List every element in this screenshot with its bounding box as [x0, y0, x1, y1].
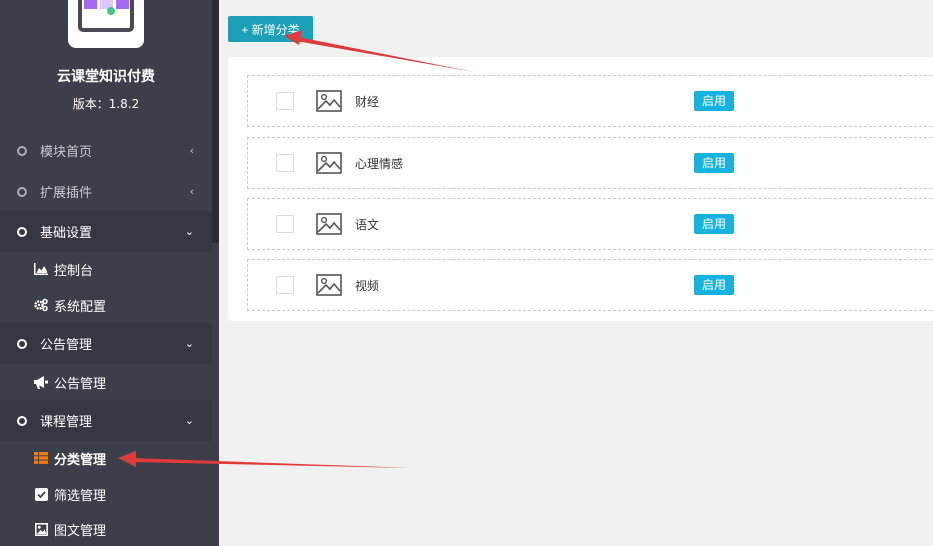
- sub-item-label: 分类管理: [54, 452, 107, 468]
- sub-item-filter-manage[interactable]: 筛选管理: [0, 476, 219, 512]
- add-category-button[interactable]: + 新增分类: [228, 16, 313, 42]
- menu-item-label: 公告管理: [40, 338, 93, 353]
- chevron-down-icon: ⌄: [184, 337, 194, 350]
- sub-item-label: 筛选管理: [54, 488, 107, 504]
- menu-item-label: 扩展插件: [40, 186, 93, 201]
- area-chart-icon: [34, 262, 48, 276]
- category-name: 视频: [355, 278, 380, 293]
- sub-item-article-manage[interactable]: 图文管理: [0, 511, 219, 546]
- brand-version: 版本：1.8.2: [72, 97, 140, 111]
- menu-item-module-home[interactable]: 模块首页 ‹: [0, 130, 212, 171]
- brand-title: 云课堂知识付费: [57, 69, 155, 85]
- menu-item-label: 课程管理: [40, 415, 93, 430]
- circle-icon: [17, 145, 27, 156]
- sub-item-label: 控制台: [54, 263, 94, 279]
- menu-item-label: 模块首页: [40, 145, 93, 160]
- image-placeholder-icon: [316, 274, 342, 296]
- category-row[interactable]: 视频 启用: [247, 259, 933, 311]
- category-name: 财经: [355, 94, 380, 109]
- category-row[interactable]: 财经 启用: [247, 75, 933, 127]
- circle-icon: [17, 338, 27, 349]
- sub-item-label: 图文管理: [54, 523, 107, 539]
- menu-item-basic-settings[interactable]: 基础设置 ⌄: [0, 211, 212, 252]
- bullhorn-icon: [34, 375, 48, 389]
- status-badge[interactable]: 启用: [694, 214, 735, 234]
- sub-item-label: 系统配置: [54, 299, 107, 315]
- menu-item-course-manage[interactable]: 课程管理 ⌄: [0, 400, 212, 441]
- sub-item-label: 公告管理: [54, 376, 107, 392]
- chevron-down-icon: ⌄: [184, 414, 194, 427]
- row-checkbox[interactable]: [276, 92, 294, 110]
- status-badge[interactable]: 启用: [694, 153, 735, 173]
- sidebar: 云课堂知识付费 版本：1.8.2 模块首页 ‹ 扩展插件 ‹ 基础设置 ⌄ 控制…: [0, 0, 219, 546]
- app-logo: [68, 0, 144, 48]
- checkbox-checked-icon: [34, 487, 48, 501]
- category-row[interactable]: 语文 启用: [247, 198, 933, 250]
- circle-icon: [17, 415, 27, 426]
- status-badge[interactable]: 启用: [694, 275, 735, 295]
- image-placeholder-icon: [316, 213, 342, 235]
- category-row[interactable]: 心理情感 启用: [247, 137, 933, 189]
- image-icon: [34, 522, 48, 536]
- category-name: 心理情感: [355, 156, 404, 171]
- image-placeholder-icon: [316, 152, 342, 174]
- chevron-left-icon: ‹: [189, 144, 194, 157]
- row-checkbox[interactable]: [276, 276, 294, 294]
- row-checkbox[interactable]: [276, 215, 294, 233]
- sub-item-category-manage[interactable]: 分类管理: [0, 440, 219, 476]
- menu-item-extensions[interactable]: 扩展插件 ‹: [0, 171, 212, 212]
- logo-icon: [78, 0, 134, 32]
- chevron-left-icon: ‹: [189, 185, 194, 198]
- image-placeholder-icon: [316, 90, 342, 112]
- circle-icon: [17, 186, 27, 197]
- sub-item-dashboard[interactable]: 控制台: [0, 251, 219, 287]
- category-name: 语文: [355, 217, 380, 232]
- gears-icon: [34, 298, 48, 312]
- circle-icon: [17, 226, 27, 237]
- menu-item-label: 基础设置: [40, 226, 93, 241]
- sub-item-notice-manage[interactable]: 公告管理: [0, 364, 219, 400]
- status-badge[interactable]: 启用: [694, 91, 735, 111]
- sub-item-system-config[interactable]: 系统配置: [0, 287, 219, 323]
- table-list-icon: [34, 451, 48, 465]
- category-list-panel: 财经 启用 心理情感 启用 语文 启用 视频 启用: [228, 57, 933, 321]
- menu-item-notice-settings[interactable]: 公告管理 ⌄: [0, 323, 212, 364]
- row-checkbox[interactable]: [276, 154, 294, 172]
- sidebar-scrollbar[interactable]: [212, 0, 219, 243]
- chevron-down-icon: ⌄: [184, 225, 194, 238]
